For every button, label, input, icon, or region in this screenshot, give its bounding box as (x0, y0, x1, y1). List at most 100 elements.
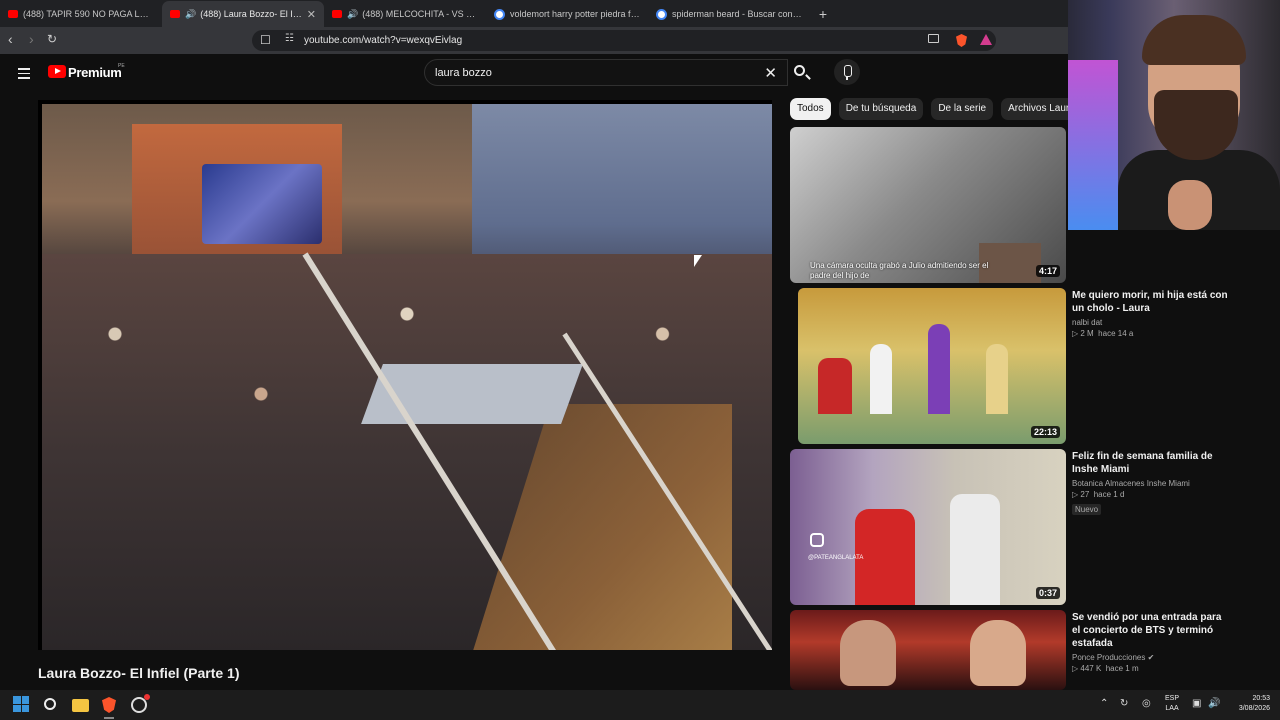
search-input[interactable]: laura bozzo ✕ (424, 59, 788, 86)
address-bar[interactable]: ☐ ☷ youtube.com/watch?v=wexqvEivlag (252, 30, 996, 51)
video-title: Laura Bozzo- El Infiel (Parte 1) (38, 665, 240, 681)
verified-icon: ✔ (1147, 653, 1155, 662)
video-thumbnail[interactable]: Una cámara oculta grabó a Julio admitien… (790, 127, 1066, 283)
search-icon[interactable] (44, 698, 56, 710)
reload-icon[interactable]: ↻ (47, 32, 57, 46)
video-thumbnail[interactable]: @PATEANGLALATA 0:37 (790, 449, 1066, 605)
upload-age: hace 14 a (1098, 329, 1134, 338)
view-stats: ▷ 447 K hace 1 m (1072, 664, 1232, 673)
youtube-logo-icon[interactable] (48, 65, 66, 78)
video-title[interactable]: Me quiero morir, mi hija está con un cho… (1072, 289, 1232, 315)
studio-sign-image (202, 164, 322, 244)
chip-all[interactable]: Todos (790, 98, 831, 120)
view-count: 447 K (1080, 664, 1102, 673)
recommendation-item[interactable]: @PATEANGLALATA 0:37 Feliz fin de semana … (790, 449, 1213, 605)
windows-start-icon[interactable] (13, 696, 29, 712)
search-icon (794, 65, 805, 76)
thumbnail-handle: @PATEANGLALATA (808, 555, 864, 561)
video-frame (42, 104, 772, 650)
duration-badge: 0:37 (1035, 587, 1060, 599)
cast-icon[interactable] (928, 34, 939, 43)
new-badge: Nuevo (1072, 504, 1102, 515)
browser-toolbar: ‹ › ↻ ☐ ☷ youtube.com/watch?v=wexqvEivla… (0, 27, 1068, 54)
video-meta: Se vendió por una entrada para el concie… (1072, 611, 1232, 673)
browser-tab[interactable]: voldemort harry potter piedra filosofal (486, 1, 648, 27)
speaker-icon[interactable]: 🔊 (347, 9, 358, 20)
chip-from-series[interactable]: De la serie (931, 98, 994, 120)
app-icon[interactable] (131, 694, 150, 713)
video-thumbnail[interactable] (790, 610, 1066, 690)
brand-label[interactable]: Premium (68, 65, 122, 80)
speaker-icon[interactable]: 🔊 (185, 9, 196, 20)
active-app-indicator (104, 717, 114, 719)
tab-title: voldemort harry potter piedra filosofal (510, 9, 640, 19)
duration-badge: 4:17 (1035, 265, 1060, 277)
video-meta: Feliz fin de semana familia de Inshe Mia… (1072, 450, 1232, 517)
channel-label: Ponce Producciones (1072, 653, 1146, 662)
thumbnail-caption: Una cámara oculta grabó a Julio admitien… (810, 261, 989, 280)
chevron-up-icon[interactable]: ⌃ (1100, 698, 1108, 709)
tab-title: (488) TAPIR 590 NO PAGA LA CUENTA (23, 9, 154, 19)
browser-tab[interactable]: 🔊 (488) MELCOCHITA - VS - JIMMY (324, 1, 486, 27)
clock-time: 20:53 (1252, 695, 1270, 702)
network-icon[interactable]: ▣ (1192, 698, 1201, 709)
forward-icon[interactable]: › (29, 31, 34, 47)
recommendation-item[interactable]: Se vendió por una entrada para el concie… (790, 610, 1221, 690)
youtube-icon (170, 10, 180, 18)
channel-name[interactable]: nalbi dat (1072, 318, 1232, 327)
back-icon[interactable]: ‹ (8, 31, 13, 47)
brave-browser-icon[interactable] (102, 697, 116, 713)
browser-tab-active[interactable]: 🔊 (488) Laura Bozzo- El Infiel (Parte 1)… (162, 1, 324, 27)
recommendation-item[interactable]: 22:13 Me quiero morir, mi hija está con … (790, 288, 1228, 444)
screen: (488) TAPIR 590 NO PAGA LA CUENTA 🔊 (488… (0, 0, 1280, 720)
video-player[interactable] (38, 100, 772, 650)
clear-search-icon[interactable]: ✕ (764, 64, 777, 82)
brave-rewards-icon[interactable] (980, 34, 992, 45)
channel-name[interactable]: Ponce Producciones ✔ (1072, 653, 1232, 662)
close-icon[interactable]: ✕ (307, 8, 316, 21)
upload-age: hace 1 m (1105, 664, 1139, 673)
youtube-icon (8, 10, 18, 18)
site-info-icon[interactable]: ☷ (285, 33, 294, 44)
browser-tab-strip: (488) TAPIR 590 NO PAGA LA CUENTA 🔊 (488… (0, 0, 1068, 27)
duration-badge: 22:13 (1030, 426, 1060, 438)
language-code: ESP (1165, 695, 1180, 702)
video-meta: Me quiero morir, mi hija está con un cho… (1072, 289, 1232, 338)
video-title[interactable]: Se vendió por una entrada para el concie… (1072, 611, 1232, 650)
file-explorer-icon[interactable] (72, 699, 89, 712)
country-code: PE (118, 63, 125, 69)
new-tab-button[interactable]: + (810, 1, 836, 27)
clock-date: 3/08/2026 (1238, 705, 1270, 712)
tab-title: spiderman beard - Buscar con Google (672, 9, 802, 19)
search-query[interactable]: laura bozzo (435, 67, 492, 79)
filter-chips: Todos De tu búsqueda De la serie Archivo… (790, 98, 1082, 120)
view-count: 27 (1080, 490, 1090, 499)
chip-from-search[interactable]: De tu búsqueda (838, 98, 924, 120)
upload-age: hace 1 d (1093, 490, 1125, 499)
view-stats: ▷ 2 M hace 14 a (1072, 329, 1232, 338)
search-button[interactable] (788, 59, 816, 86)
brave-shield-icon[interactable] (956, 34, 967, 47)
microphone-icon[interactable]: ◎ (1142, 698, 1151, 709)
language-indicator[interactable]: ESP LAA (1165, 694, 1179, 714)
system-clock[interactable]: 20:53 3/08/2026 (1228, 694, 1270, 714)
bookmark-icon[interactable]: ☐ (260, 33, 271, 47)
view-count: 2 M (1080, 329, 1094, 338)
webcam-overlay (1068, 0, 1280, 230)
menu-icon[interactable] (18, 68, 30, 82)
video-thumbnail[interactable]: 22:13 (798, 288, 1066, 444)
channel-name[interactable]: Botanica Almacenes Inshe Miami (1072, 479, 1232, 488)
browser-tab[interactable]: spiderman beard - Buscar con Google (648, 1, 810, 27)
browser-tab[interactable]: (488) TAPIR 590 NO PAGA LA CUENTA (0, 1, 162, 27)
windows-taskbar: ⌃ ↻ ◎ ESP LAA ▣ 🔊 20:53 3/08/2026 (0, 690, 1280, 720)
voice-search-icon[interactable] (834, 59, 860, 85)
youtube-header: Premium PE laura bozzo ✕ (0, 54, 1068, 94)
url-text[interactable]: youtube.com/watch?v=wexqvEivlag (304, 35, 462, 46)
instagram-icon (810, 533, 824, 547)
volume-icon[interactable]: 🔊 (1208, 698, 1220, 709)
recommendation-item[interactable]: Una cámara oculta grabó a Julio admitien… (790, 127, 1068, 283)
google-icon (494, 8, 505, 20)
view-stats: ▷ 27 hace 1 d (1072, 490, 1232, 499)
sync-icon[interactable]: ↻ (1120, 698, 1128, 709)
video-title[interactable]: Feliz fin de semana familia de Inshe Mia… (1072, 450, 1232, 476)
